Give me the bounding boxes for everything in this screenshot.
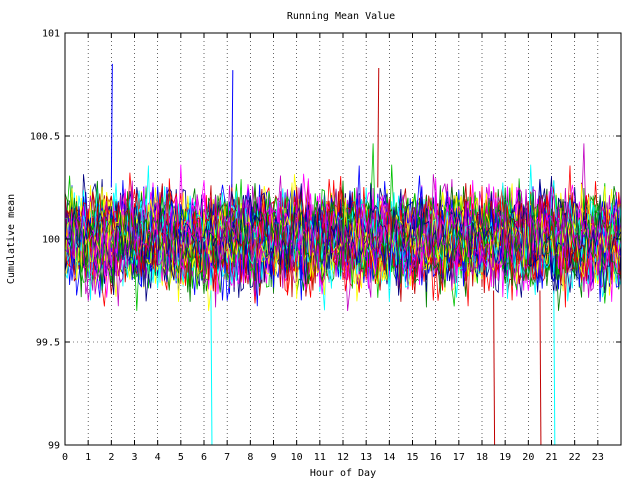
x-tick-label: 19 (499, 452, 511, 463)
series-excursion (231, 70, 234, 188)
x-tick-label: 13 (360, 452, 372, 463)
x-tick-label: 4 (155, 452, 161, 463)
y-tick-label: 99.5 (36, 338, 60, 349)
x-tick-label: 22 (569, 452, 581, 463)
chart-title: Running Mean Value (287, 11, 395, 22)
x-tick-label: 6 (201, 452, 207, 463)
x-tick-label: 2 (108, 452, 114, 463)
chart: Running Mean Value 9999.5100100.51010 1 2 3… (6, 11, 622, 479)
x-tick-label: 17 (453, 452, 465, 463)
series-excursion (110, 63, 113, 188)
x-tick-label: 15 (406, 452, 418, 463)
x-tick-label: 8 (247, 452, 253, 463)
series-excursion (377, 68, 380, 188)
x-tick-label: 16 (430, 452, 442, 463)
y-axis-label: Cumulative mean (6, 194, 17, 284)
x-tick-label: 1 (85, 452, 91, 463)
x-tick-label: 0 (62, 452, 68, 463)
y-tick-label: 100.5 (30, 132, 60, 143)
x-tick-label: 14 (383, 452, 395, 463)
x-tick-label: 20 (522, 452, 534, 463)
x-tick-label: 12 (337, 452, 349, 463)
x-tick-label: 7 (224, 452, 230, 463)
x-tick-label: 23 (592, 452, 604, 463)
x-tick-label: 5 (178, 452, 184, 463)
series-excursion (210, 290, 213, 446)
x-axis-label: Hour of Day (310, 468, 376, 479)
series-excursion (553, 290, 556, 446)
x-tick-label: 11 (314, 452, 326, 463)
x-tick-label: 21 (545, 452, 557, 463)
series-excursion (539, 290, 542, 446)
x-tick-label: 18 (476, 452, 488, 463)
y-tick-label: 100 (42, 235, 60, 246)
x-tick-label: 3 (131, 452, 137, 463)
y-tick-label: 99 (48, 441, 60, 452)
x-tick-label: 10 (291, 452, 303, 463)
x-tick-label: 9 (270, 452, 276, 463)
series-excursion (493, 290, 496, 446)
y-tick-label: 101 (42, 29, 60, 40)
